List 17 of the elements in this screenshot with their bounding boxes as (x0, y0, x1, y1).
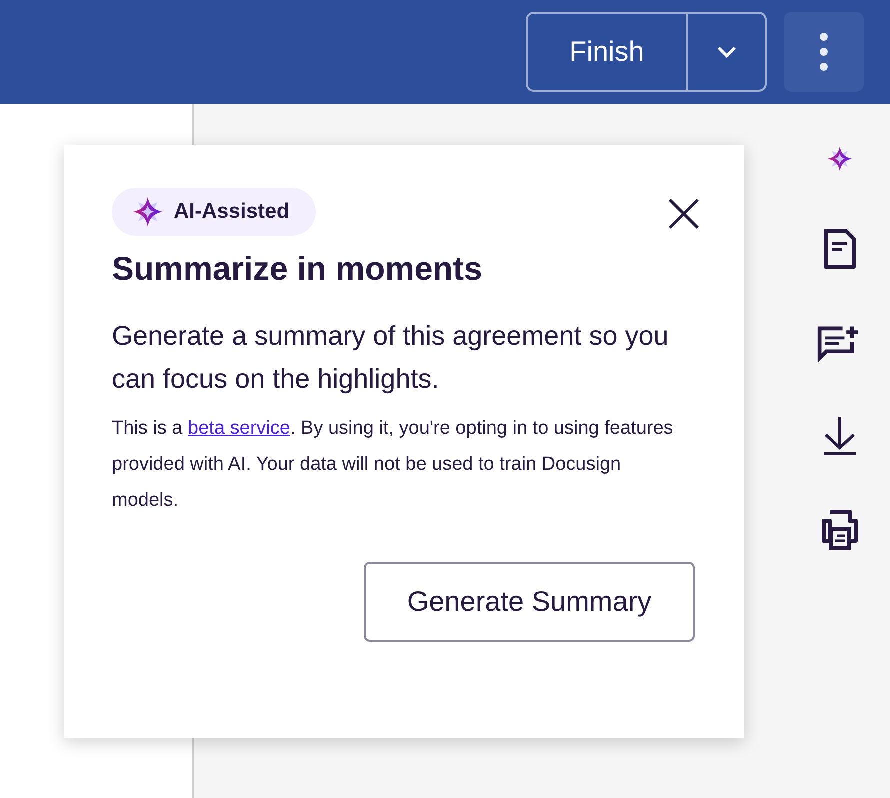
printer-icon (821, 510, 859, 550)
disclaimer-text: This is a beta service. By using it, you're opting in to using features provided with AI. Your data will not be used to train Docusign models. (112, 417, 674, 514)
print-button[interactable] (820, 510, 860, 550)
badge-label: AI-Assisted (174, 199, 290, 226)
download-icon (823, 416, 857, 456)
chevron-down-icon (716, 46, 736, 58)
document-icon (823, 228, 857, 270)
popover-title: Summarize in moments (112, 249, 484, 289)
generate-summary-button[interactable]: Generate Summary (364, 562, 695, 642)
comment-plus-icon (816, 324, 860, 362)
add-comment-button[interactable] (816, 324, 860, 362)
close-icon (668, 198, 700, 230)
finish-button[interactable]: Finish (528, 14, 688, 90)
more-vertical-icon (819, 32, 829, 72)
popover-description: Generate a summary of this agreement so you can focus on the highlights. (112, 320, 670, 396)
beta-service-link[interactable]: beta service (188, 418, 290, 440)
more-button[interactable] (784, 12, 864, 92)
